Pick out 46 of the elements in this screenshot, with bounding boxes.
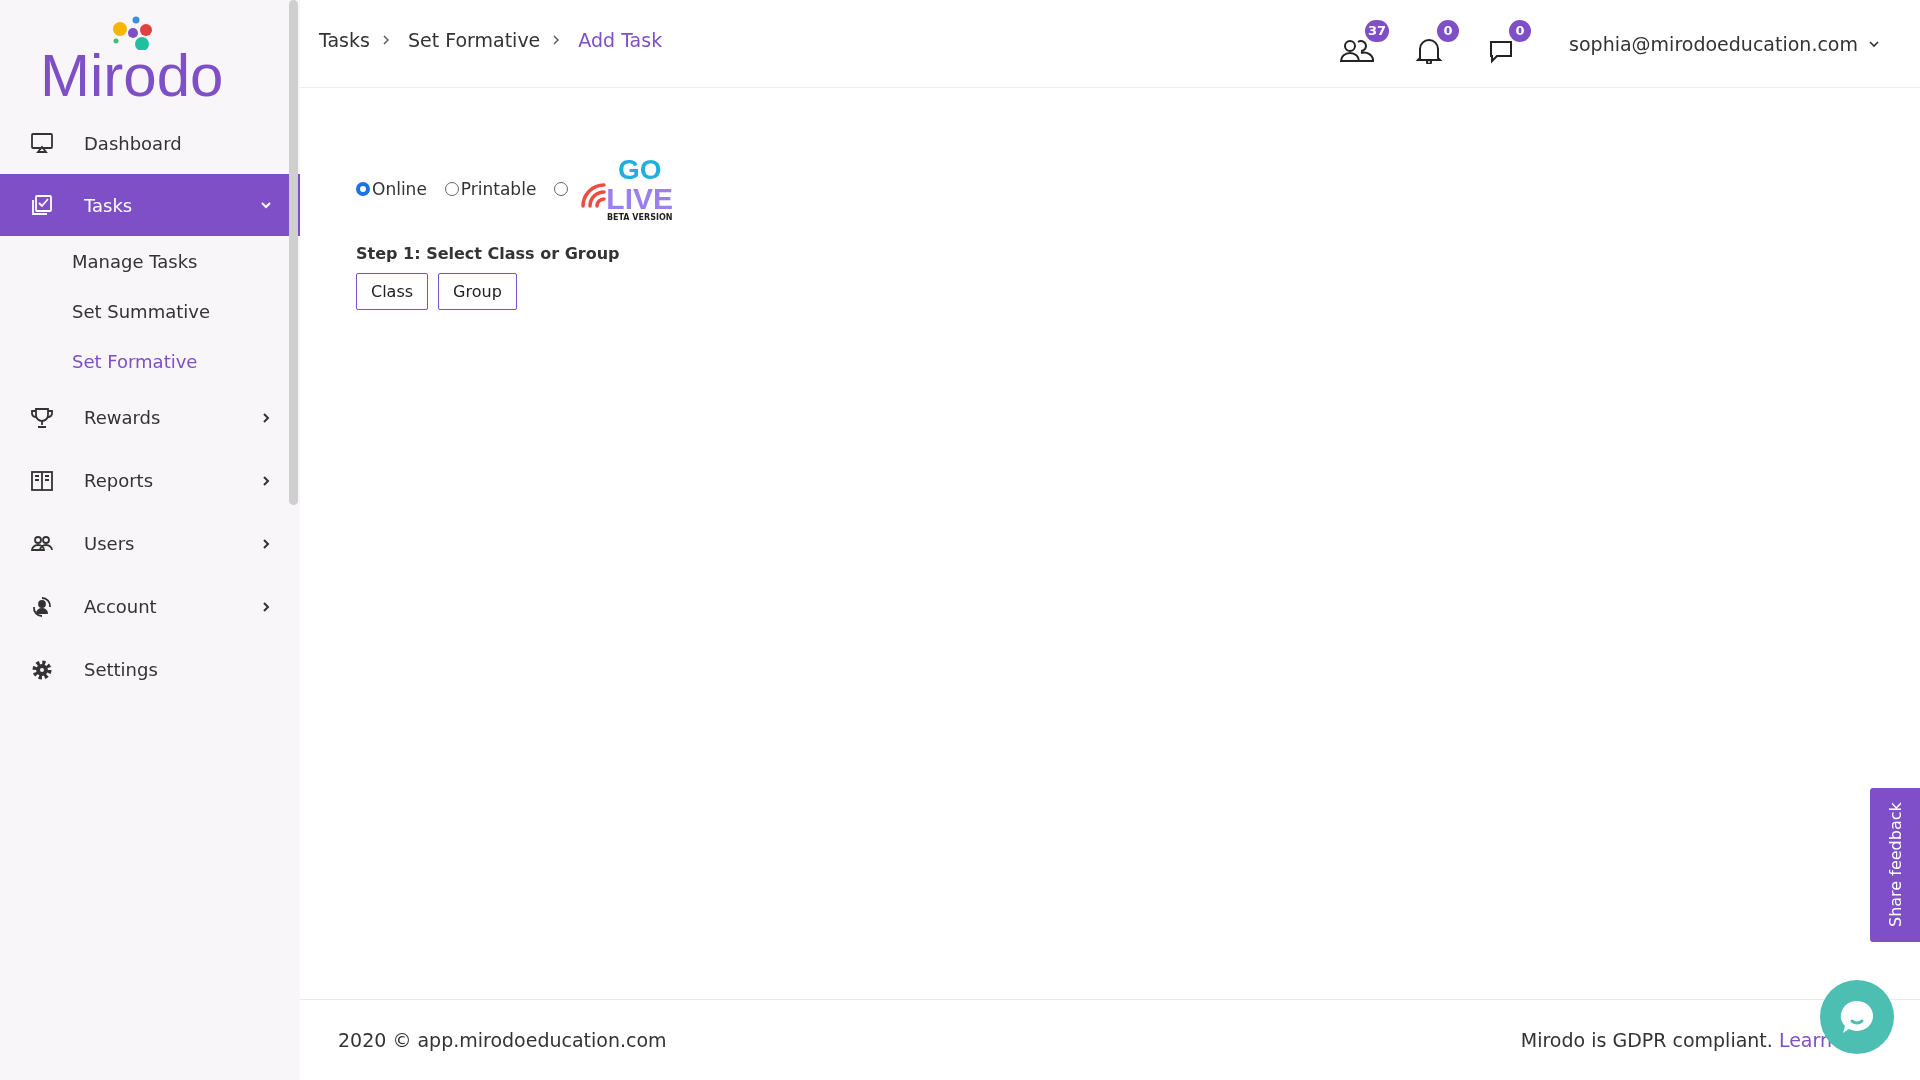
checklist-icon: [30, 193, 54, 217]
chevron-icon: [260, 600, 272, 613]
sidebar-item[interactable]: Reports: [0, 449, 300, 512]
sidebar-item[interactable]: Settings: [0, 638, 300, 701]
submenu-item[interactable]: Set Formative: [72, 336, 198, 386]
chevron-icon: [260, 411, 272, 424]
select-button[interactable]: Group: [438, 273, 517, 310]
radio-button[interactable]: [356, 182, 370, 196]
monitor-icon: [30, 131, 54, 155]
chevron-icon: [260, 199, 272, 211]
radio-label[interactable]: Printable: [460, 179, 537, 199]
sidebar-item[interactable]: Dashboard: [0, 112, 300, 174]
trophy-icon: [30, 405, 54, 430]
gdpr-text: Mirodo is GDPR compliant.: [1520, 1029, 1773, 1051]
count-badge: 0: [1509, 19, 1532, 42]
logo-text: LIVE: [606, 184, 674, 214]
share-feedback-tab[interactable]: Share feedback: [1870, 788, 1920, 942]
submenu-item[interactable]: Set Summative: [72, 286, 210, 336]
step-label: Step 1: Select Class or Group: [356, 244, 621, 263]
breadcrumb-link[interactable]: Tasks: [319, 28, 370, 51]
chevron-icon: [260, 474, 272, 487]
breadcrumb-link[interactable]: Add Task: [578, 28, 663, 51]
logo-text: GO: [617, 156, 662, 184]
copyright-text: 2020 © app.mirodoeducation.com: [338, 1029, 667, 1051]
count-badge: 37: [1365, 19, 1390, 42]
radio-button[interactable]: [444, 182, 459, 196]
scrollbar[interactable]: [289, 0, 298, 505]
submenu-item[interactable]: Manage Tasks: [72, 236, 198, 286]
logo-caption: BETA VERSION: [606, 214, 673, 222]
logo-text: Mirodo: [40, 50, 224, 101]
count-badge: 0: [1437, 19, 1460, 42]
chevron-icon: [552, 33, 561, 46]
person-cycle-icon: [30, 594, 54, 619]
signal-waves-icon: [580, 182, 607, 208]
select-button[interactable]: Class: [356, 273, 429, 310]
sidebar-item[interactable]: Tasks: [0, 174, 300, 236]
user-menu[interactable]: sophia@mirodoeducation.com: [1569, 32, 1858, 55]
radio-button[interactable]: [554, 182, 569, 196]
sidebar-item[interactable]: Account: [0, 575, 300, 638]
sidebar-item[interactable]: Rewards: [0, 386, 300, 449]
book-icon: [30, 468, 54, 493]
chevron-icon: [260, 537, 272, 550]
radio-label[interactable]: Online: [372, 179, 427, 199]
sidebar-item[interactable]: Users: [0, 512, 300, 575]
chevron-icon: [381, 33, 390, 46]
breadcrumb-link[interactable]: Set Formative: [407, 28, 541, 51]
